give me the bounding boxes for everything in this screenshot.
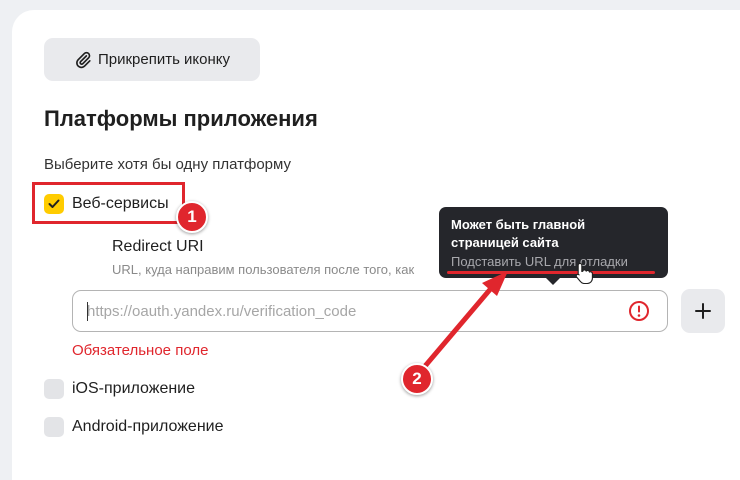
attach-icon-button[interactable]: Прикрепить иконку [44, 38, 260, 81]
android-app-checkbox[interactable] [44, 417, 64, 437]
debug-url-tooltip: Может быть главной страницей сайта Подст… [439, 207, 668, 285]
redirect-uri-description: URL, куда направим пользователя после то… [112, 262, 415, 277]
ios-app-label[interactable]: iOS-приложение [72, 380, 195, 398]
plus-icon [695, 303, 711, 319]
annotation-badge-1: 1 [176, 201, 208, 233]
annotation-underline [447, 271, 655, 274]
error-icon [629, 301, 649, 321]
redirect-uri-input[interactable] [87, 291, 607, 331]
redirect-uri-label: Redirect URI [112, 238, 204, 255]
hand-cursor-icon [575, 262, 593, 284]
android-app-label[interactable]: Android-приложение [72, 418, 223, 436]
required-field-error: Обязательное поле [72, 342, 209, 359]
insert-debug-url-link[interactable]: Подставить URL для отладки [451, 254, 656, 269]
tooltip-title-line1: Может быть главной [451, 217, 586, 232]
annotation-badge-2: 2 [401, 363, 433, 395]
ios-app-checkbox[interactable] [44, 379, 64, 399]
text-caret [87, 302, 88, 321]
platforms-title: Платформы приложения [44, 106, 318, 131]
platforms-hint: Выберите хотя бы одну платформу [44, 156, 292, 173]
attach-icon-label: Прикрепить иконку [97, 51, 231, 68]
annotation-frame [32, 182, 185, 224]
add-redirect-uri-button[interactable] [681, 289, 725, 333]
tooltip-title-line2: страницей сайта [451, 235, 559, 250]
paperclip-icon [76, 51, 91, 68]
redirect-uri-field[interactable] [72, 290, 668, 332]
